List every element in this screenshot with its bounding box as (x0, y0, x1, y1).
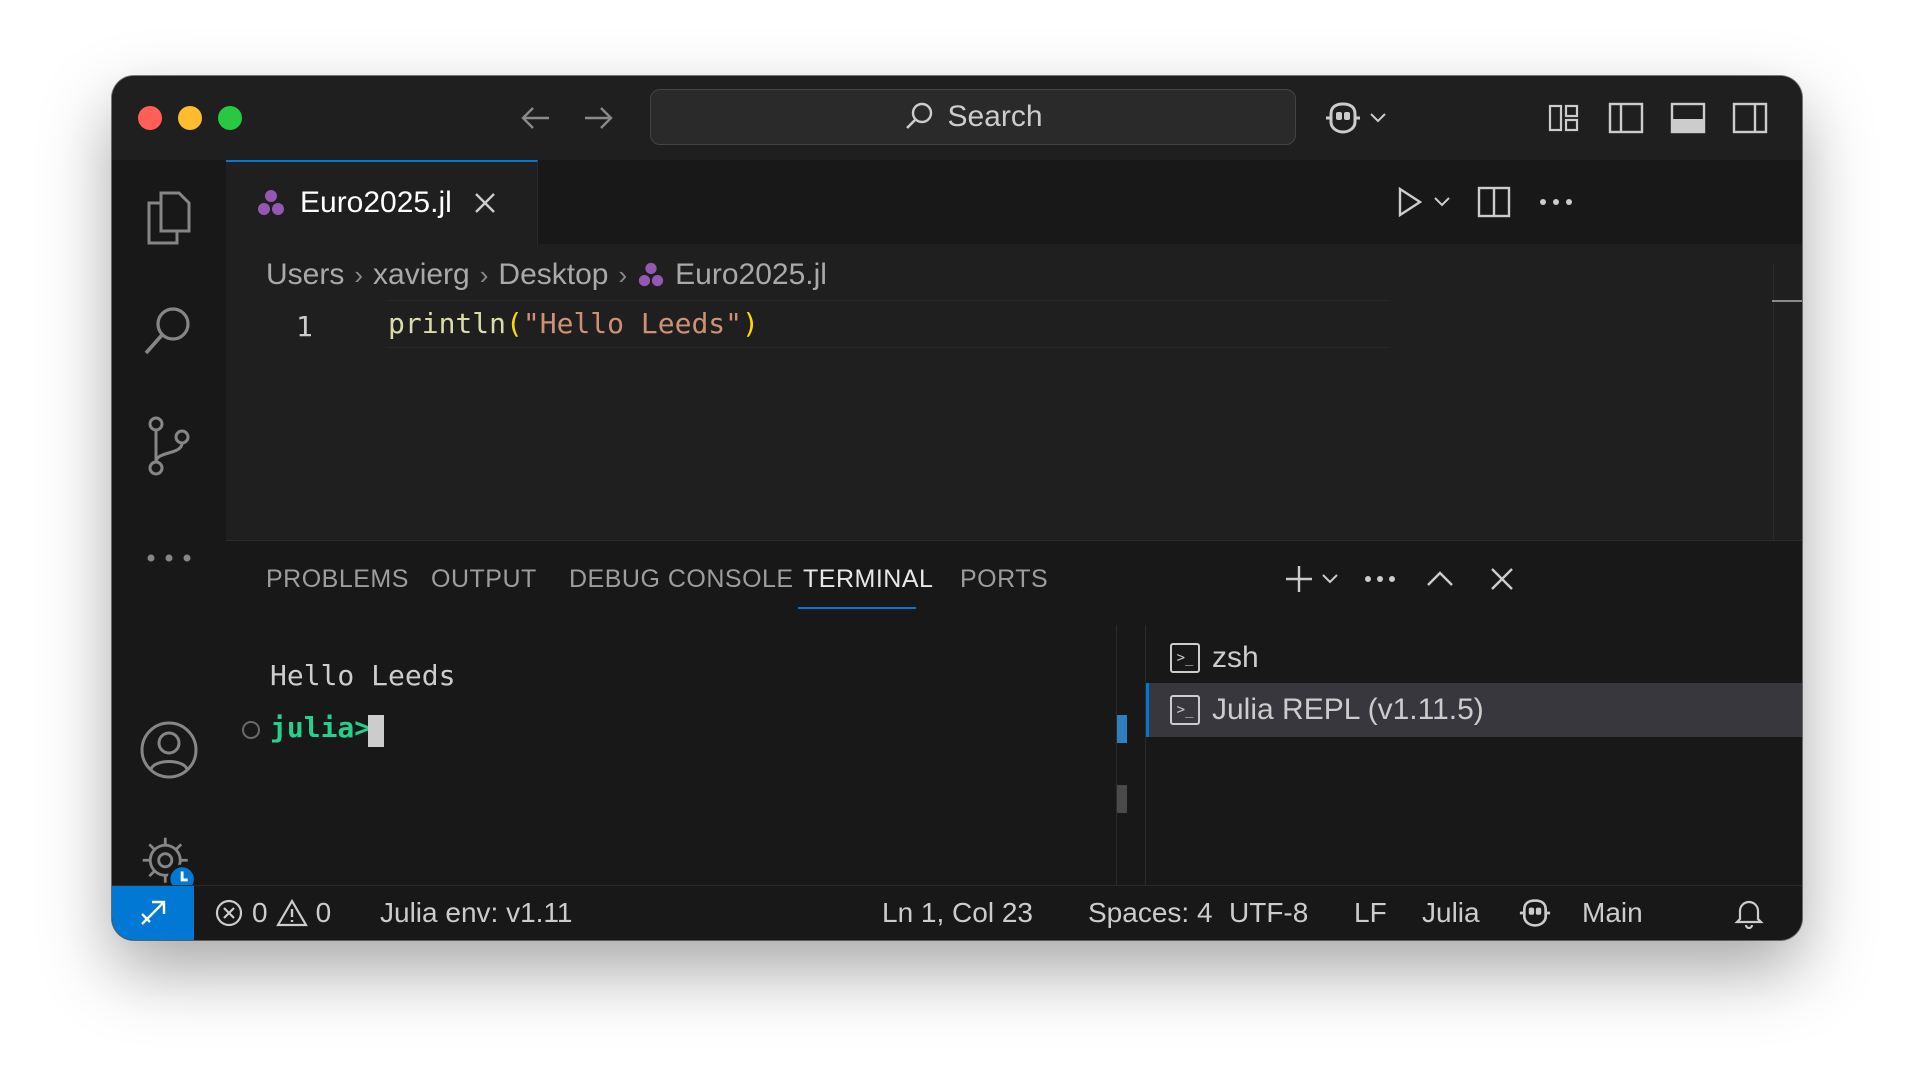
chevron-right-icon: › (618, 259, 628, 290)
language-mode-status[interactable]: Julia (1422, 886, 1480, 940)
indentation-status[interactable]: Spaces: 4 (1088, 886, 1213, 940)
new-terminal-button[interactable] (1276, 559, 1346, 599)
scrollbar-track[interactable] (1773, 264, 1774, 540)
maximize-window-button[interactable] (218, 106, 242, 130)
terminal-item-zsh[interactable]: >_ zsh (1146, 631, 1802, 685)
bottom-panel: PROBLEMS OUTPUT DEBUG CONSOLE TERMINAL P… (226, 540, 1802, 886)
remote-indicator-button[interactable] (112, 886, 194, 940)
copilot-icon (1326, 102, 1360, 134)
maximize-panel-chevron-up-icon[interactable] (1420, 559, 1460, 599)
tab-ports[interactable]: PORTS (960, 565, 1048, 594)
back-arrow-icon[interactable] (516, 98, 556, 138)
tab-terminal[interactable]: TERMINAL (803, 565, 933, 594)
code-paren-open: ( (506, 307, 523, 340)
tab-output[interactable]: OUTPUT (431, 565, 537, 594)
title-bar: Search (112, 76, 1802, 161)
encoding-status[interactable]: UTF-8 (1229, 886, 1308, 940)
search-icon (906, 102, 933, 129)
close-icon[interactable] (472, 190, 498, 216)
cursor-position-status[interactable]: Ln 1, Col 23 (882, 886, 1033, 940)
copilot-status-button[interactable] (1516, 886, 1554, 940)
line-number: 1 (296, 310, 313, 343)
warning-count: 0 (315, 897, 332, 928)
command-center-search[interactable]: Search (650, 89, 1296, 145)
toggle-panel-icon[interactable] (1668, 98, 1708, 138)
code-paren-close: ) (742, 307, 759, 340)
scrollbar-thumb[interactable] (1117, 785, 1127, 813)
split-editor-icon[interactable] (1474, 182, 1514, 222)
chevron-right-icon: › (479, 259, 489, 290)
eol-status[interactable]: LF (1354, 886, 1387, 940)
overview-ruler-marker (1772, 300, 1802, 302)
terminal-name: zsh (1212, 641, 1259, 674)
chevron-right-icon: › (354, 259, 364, 290)
vscode-window: Search Euro2025.jl Users › xavierg › Des… (112, 76, 1802, 940)
tab-debug-console[interactable]: DEBUG CONSOLE (569, 565, 794, 594)
chevron-down-icon (1322, 574, 1338, 584)
julia-file-icon (639, 262, 664, 287)
branch-status[interactable]: Main (1582, 886, 1643, 940)
status-bar: 0 0 Julia env: v1.11 Ln 1, Col 23 Spaces… (112, 885, 1802, 940)
toggle-primary-sidebar-icon[interactable] (1606, 98, 1646, 138)
code-function: println (388, 307, 507, 340)
tab-euro2025-jl[interactable]: Euro2025.jl (226, 160, 538, 244)
more-actions-icon[interactable] (1360, 559, 1400, 599)
terminal-icon: >_ (1170, 643, 1200, 673)
run-file-button[interactable] (1388, 182, 1458, 222)
terminal-icon: >_ (1170, 695, 1200, 725)
copilot-icon (1519, 899, 1551, 927)
error-count: 0 (252, 897, 268, 928)
tab-problems[interactable]: PROBLEMS (266, 565, 409, 594)
accounts-icon[interactable] (139, 720, 199, 780)
source-control-icon[interactable] (139, 416, 199, 476)
more-actions-icon[interactable] (1536, 182, 1576, 222)
toggle-secondary-sidebar-icon[interactable] (1730, 98, 1770, 138)
activity-bar (112, 160, 227, 894)
close-window-button[interactable] (138, 106, 162, 130)
minimize-window-button[interactable] (178, 106, 202, 130)
terminal-item-julia-repl[interactable]: >_ Julia REPL (v1.11.5) (1146, 683, 1802, 737)
plus-icon (1286, 566, 1312, 592)
warning-icon (275, 898, 308, 927)
code-string: "Hello Leeds" (522, 307, 743, 340)
play-icon (1398, 186, 1423, 218)
julia-prompt: julia> (270, 711, 372, 744)
search-label: Search (947, 100, 1043, 133)
terminal-tabs-list: >_ zsh >_ Julia REPL (v1.11.5) (1146, 625, 1802, 886)
copilot-menu-button[interactable] (1320, 98, 1390, 138)
explorer-files-icon[interactable] (139, 188, 199, 248)
breadcrumb-file[interactable]: Euro2025.jl (675, 258, 827, 292)
editor-area[interactable]: Users › xavierg › Desktop › Euro2025.jl … (226, 244, 1802, 540)
close-panel-icon[interactable] (1482, 559, 1522, 599)
chevron-down-icon (1434, 197, 1450, 207)
notifications-bell-icon[interactable] (1734, 886, 1764, 940)
breadcrumb: Users › xavierg › Desktop › Euro2025.jl (266, 258, 827, 292)
remote-icon (141, 900, 166, 925)
problems-status[interactable]: 0 0 (214, 886, 331, 940)
breadcrumb-xavierg[interactable]: xavierg (373, 258, 470, 292)
julia-env-status[interactable]: Julia env: v1.11 (380, 886, 573, 940)
terminal-cursor (368, 715, 384, 747)
terminal-scrollbar[interactable] (1116, 625, 1146, 886)
code-line[interactable]: println("Hello Leeds") (388, 300, 1388, 348)
error-icon (215, 899, 243, 927)
search-icon[interactable] (139, 300, 199, 360)
terminal-name: Julia REPL (v1.11.5) (1212, 693, 1484, 726)
chevron-down-icon (1370, 113, 1386, 123)
julia-file-icon (258, 190, 284, 215)
active-tab-indicator (798, 607, 916, 609)
customize-layout-icon[interactable] (1544, 98, 1584, 138)
tab-label: Euro2025.jl (300, 186, 452, 219)
terminal-output: Hello Leeds (270, 659, 456, 692)
breadcrumb-desktop[interactable]: Desktop (498, 258, 608, 292)
breadcrumb-users[interactable]: Users (266, 258, 344, 292)
editor-tab-bar: Euro2025.jl (226, 160, 1802, 245)
command-decoration-icon[interactable] (242, 721, 260, 739)
more-views-icon[interactable] (139, 528, 199, 588)
scrollbar-marker (1117, 715, 1127, 743)
forward-arrow-icon[interactable] (578, 98, 618, 138)
